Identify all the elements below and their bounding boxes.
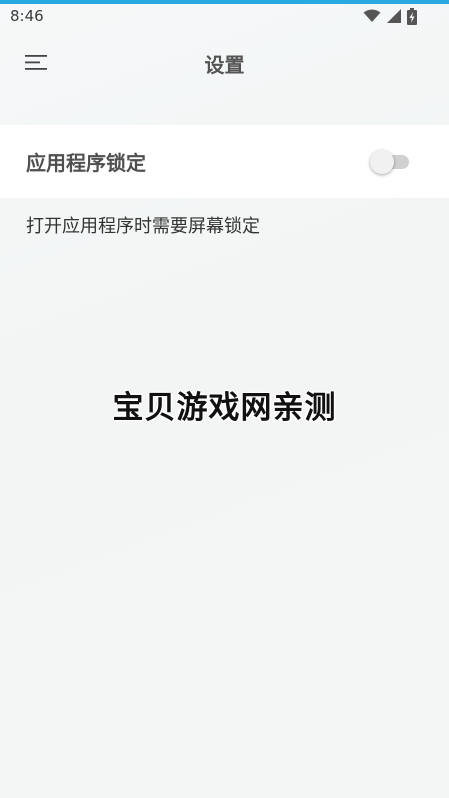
status-bar: 8:46 <box>0 4 449 28</box>
signal-icon <box>387 9 401 23</box>
app-bar: 设置 <box>0 40 449 84</box>
app-lock-label: 应用程序锁定 <box>26 151 146 175</box>
battery-charging-icon <box>407 7 417 25</box>
status-icons <box>363 6 417 26</box>
app-lock-description: 打开应用程序时需要屏幕锁定 <box>26 216 260 237</box>
app-lock-setting-row[interactable]: 应用程序锁定 <box>0 125 449 198</box>
app-lock-toggle[interactable] <box>370 149 410 175</box>
watermark: 宝贝游戏网亲测 <box>112 390 337 426</box>
toggle-thumb <box>370 150 394 174</box>
status-time: 8:46 <box>10 7 44 25</box>
wifi-icon <box>363 9 381 23</box>
page-title: 设置 <box>204 53 245 77</box>
